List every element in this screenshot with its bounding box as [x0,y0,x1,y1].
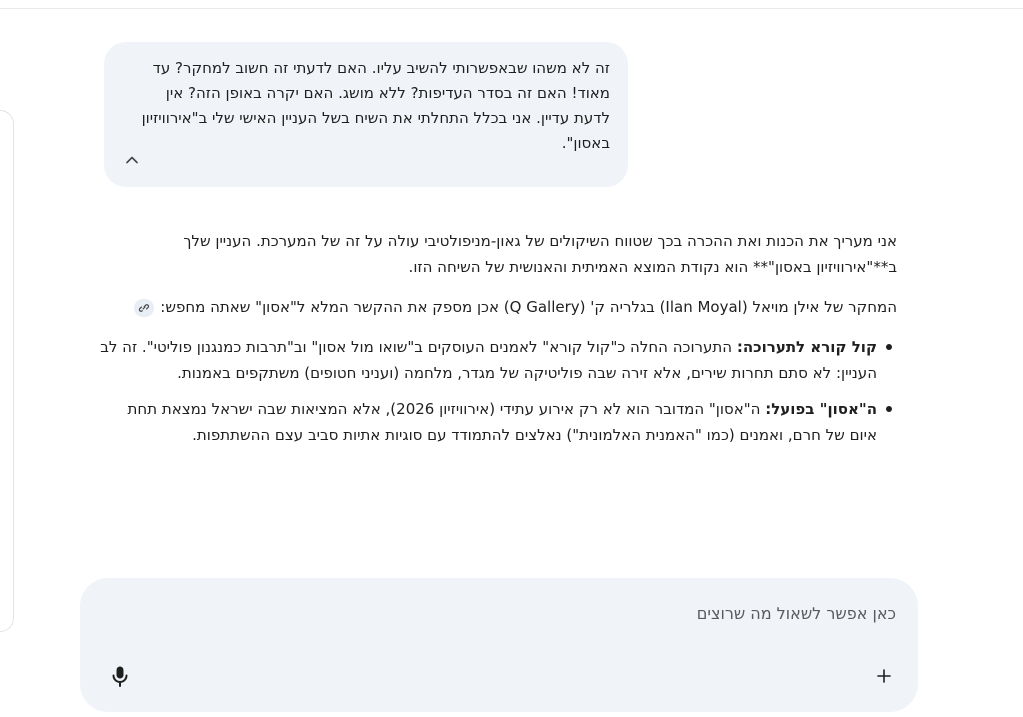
response-bullet-list: קול קורא לתערוכה: התערוכה החלה כ"קול קור… [100,334,897,448]
prompt-input[interactable] [136,604,896,623]
link-icon[interactable] [134,298,155,317]
response-paragraph-2: המחקר של אילן מויאל (Ilan Moyal) בגלריה … [100,294,897,320]
prompt-composer [80,578,918,712]
assistant-response: אני מעריך את הכנות ואת ההכרה בכך שטווח ה… [100,228,897,458]
side-panel-edge [0,110,14,632]
bullet-title: קול קורא לתערוכה: [736,338,877,356]
response-paragraph-1: אני מעריך את הכנות ואת ההכרה בכך שטווח ה… [183,232,897,276]
response-paragraph-2-text: המחקר של אילן מויאל (Ilan Moyal) בגלריה … [160,298,897,316]
chevron-up-icon[interactable] [118,146,146,174]
list-item: ה"אסון" בפועל: ה"אסון" המדובר הוא לא רק … [100,396,892,448]
bullet-title: ה"אסון" בפועל: [765,400,877,418]
user-message-text: זה לא משהו שבאפשרותי להשיב עליו. האם לדע… [141,59,610,152]
list-item: קול קורא לתערוכה: התערוכה החלה כ"קול קור… [100,334,892,386]
plus-icon[interactable] [870,662,898,690]
mic-icon[interactable] [106,662,134,690]
user-message-bubble: זה לא משהו שבאפשרותי להשיב עליו. האם לדע… [104,42,628,187]
top-divider [0,8,1023,9]
